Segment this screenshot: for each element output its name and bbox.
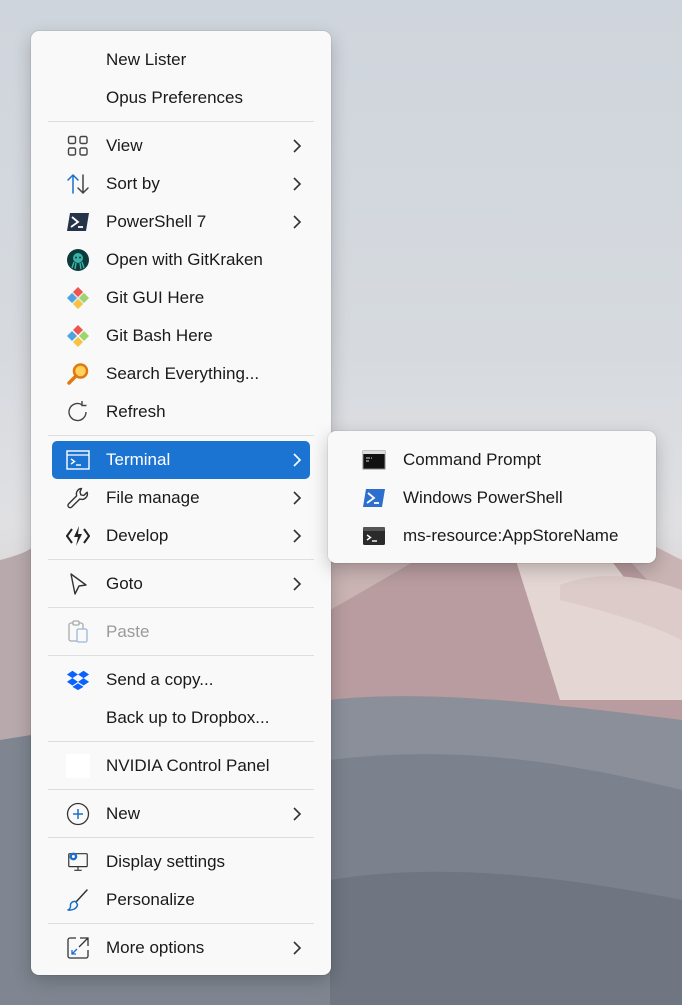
menu-item-label: Opus Preferences [106,88,244,107]
chevron-right-icon [293,577,302,591]
menu-item-paste[interactable]: Paste [52,613,310,651]
expand-icon [66,937,90,959]
menu-item-more-options[interactable]: More options [52,929,310,967]
menu-item-nvidia-control-panel[interactable]: NVIDIA Control Panel [52,747,310,785]
menu-item-send-a-copy[interactable]: Send a copy... [52,661,310,699]
menu-item-label: Personalize [106,890,195,909]
menu-item-back-up-to-dropbox[interactable]: Back up to Dropbox... [52,699,310,737]
chevron-right-icon [293,177,302,191]
menu-item-label: Search Everything... [106,364,260,383]
menu-item-label: PowerShell 7 [106,212,207,231]
menu-item-develop[interactable]: Develop [52,517,310,555]
magnifier-icon [66,363,90,385]
chevron-right-icon [293,215,302,229]
menu-item-view[interactable]: View [52,127,310,165]
menu-item-label: Refresh [106,402,166,421]
submenu-item-command-prompt[interactable]: Command Prompt [336,441,648,479]
context-menu: New Lister Opus Preferences View Sort by… [31,31,331,975]
menu-separator [48,789,314,790]
menu-item-label: File manage [106,488,200,507]
menu-item-refresh[interactable]: Refresh [52,393,310,431]
plus-circle-icon [66,802,90,826]
cmd-icon [362,449,386,471]
chevron-right-icon [293,529,302,543]
display-settings-icon [66,851,90,873]
submenu-item-label: ms-resource:AppStoreName [403,526,619,545]
menu-item-label: Open with GitKraken [106,250,263,269]
brush-icon [66,889,90,911]
menu-item-label: More options [106,938,205,957]
submenu-item-label: Command Prompt [403,450,541,469]
nvidia-icon [66,754,90,778]
submenu-item-label: Windows PowerShell [403,488,563,507]
menu-item-label: New [106,804,141,823]
menu-item-label: Send a copy... [106,670,214,689]
menu-item-label: Back up to Dropbox... [106,708,270,727]
git-gui-icon [66,287,90,309]
menu-item-sort-by[interactable]: Sort by [52,165,310,203]
develop-icon [66,525,90,547]
menu-item-label: NVIDIA Control Panel [106,756,270,775]
menu-item-terminal[interactable]: Terminal [52,441,310,479]
menu-item-label: Git GUI Here [106,288,205,307]
menu-separator [48,435,314,436]
chevron-right-icon [293,139,302,153]
menu-item-label: New Lister [106,50,187,69]
menu-item-personalize[interactable]: Personalize [52,881,310,919]
menu-item-label: View [106,136,143,155]
menu-item-label: Paste [106,622,150,641]
menu-item-goto[interactable]: Goto [52,565,310,603]
menu-item-opus-preferences[interactable]: Opus Preferences [52,79,310,117]
menu-item-search-everything[interactable]: Search Everything... [52,355,310,393]
chevron-right-icon [293,941,302,955]
chevron-right-icon [293,491,302,505]
powershell-icon [66,211,90,233]
menu-item-label: Terminal [106,450,171,469]
terminal-app-icon [362,525,386,547]
menu-item-powershell-7[interactable]: PowerShell 7 [52,203,310,241]
chevron-right-icon [293,453,302,467]
menu-item-label: Sort by [106,174,160,193]
git-bash-icon [66,325,90,347]
refresh-icon [66,401,90,423]
menu-item-open-with-gitkraken[interactable]: Open with GitKraken [52,241,310,279]
menu-separator [48,121,314,122]
submenu-item-terminal-app[interactable]: ms-resource:AppStoreName [336,517,648,555]
menu-separator [48,837,314,838]
menu-item-label: Git Bash Here [106,326,213,345]
menu-item-file-manage[interactable]: File manage [52,479,310,517]
menu-item-new-lister[interactable]: New Lister [52,41,310,79]
menu-separator [48,559,314,560]
menu-separator [48,607,314,608]
menu-item-new[interactable]: New [52,795,310,833]
menu-item-label: Develop [106,526,169,545]
menu-separator [48,923,314,924]
clipboard-icon [66,620,90,643]
menu-item-git-gui-here[interactable]: Git GUI Here [52,279,310,317]
wrench-icon [66,487,90,509]
grid-icon [66,135,90,157]
menu-item-label: Display settings [106,852,226,871]
dropbox-icon [66,669,90,691]
menu-item-display-settings[interactable]: Display settings [52,843,310,881]
gitkraken-icon [66,249,90,271]
menu-item-git-bash-here[interactable]: Git Bash Here [52,317,310,355]
submenu-item-windows-powershell[interactable]: Windows PowerShell [336,479,648,517]
chevron-right-icon [293,807,302,821]
menu-separator [48,741,314,742]
sort-icon [66,173,90,195]
terminal-submenu: Command Prompt Windows PowerShell ms-res… [328,431,656,563]
cursor-icon [66,573,90,595]
menu-separator [48,655,314,656]
menu-item-label: Goto [106,574,143,593]
terminal-icon [66,449,90,471]
windows-powershell-icon [362,487,386,509]
